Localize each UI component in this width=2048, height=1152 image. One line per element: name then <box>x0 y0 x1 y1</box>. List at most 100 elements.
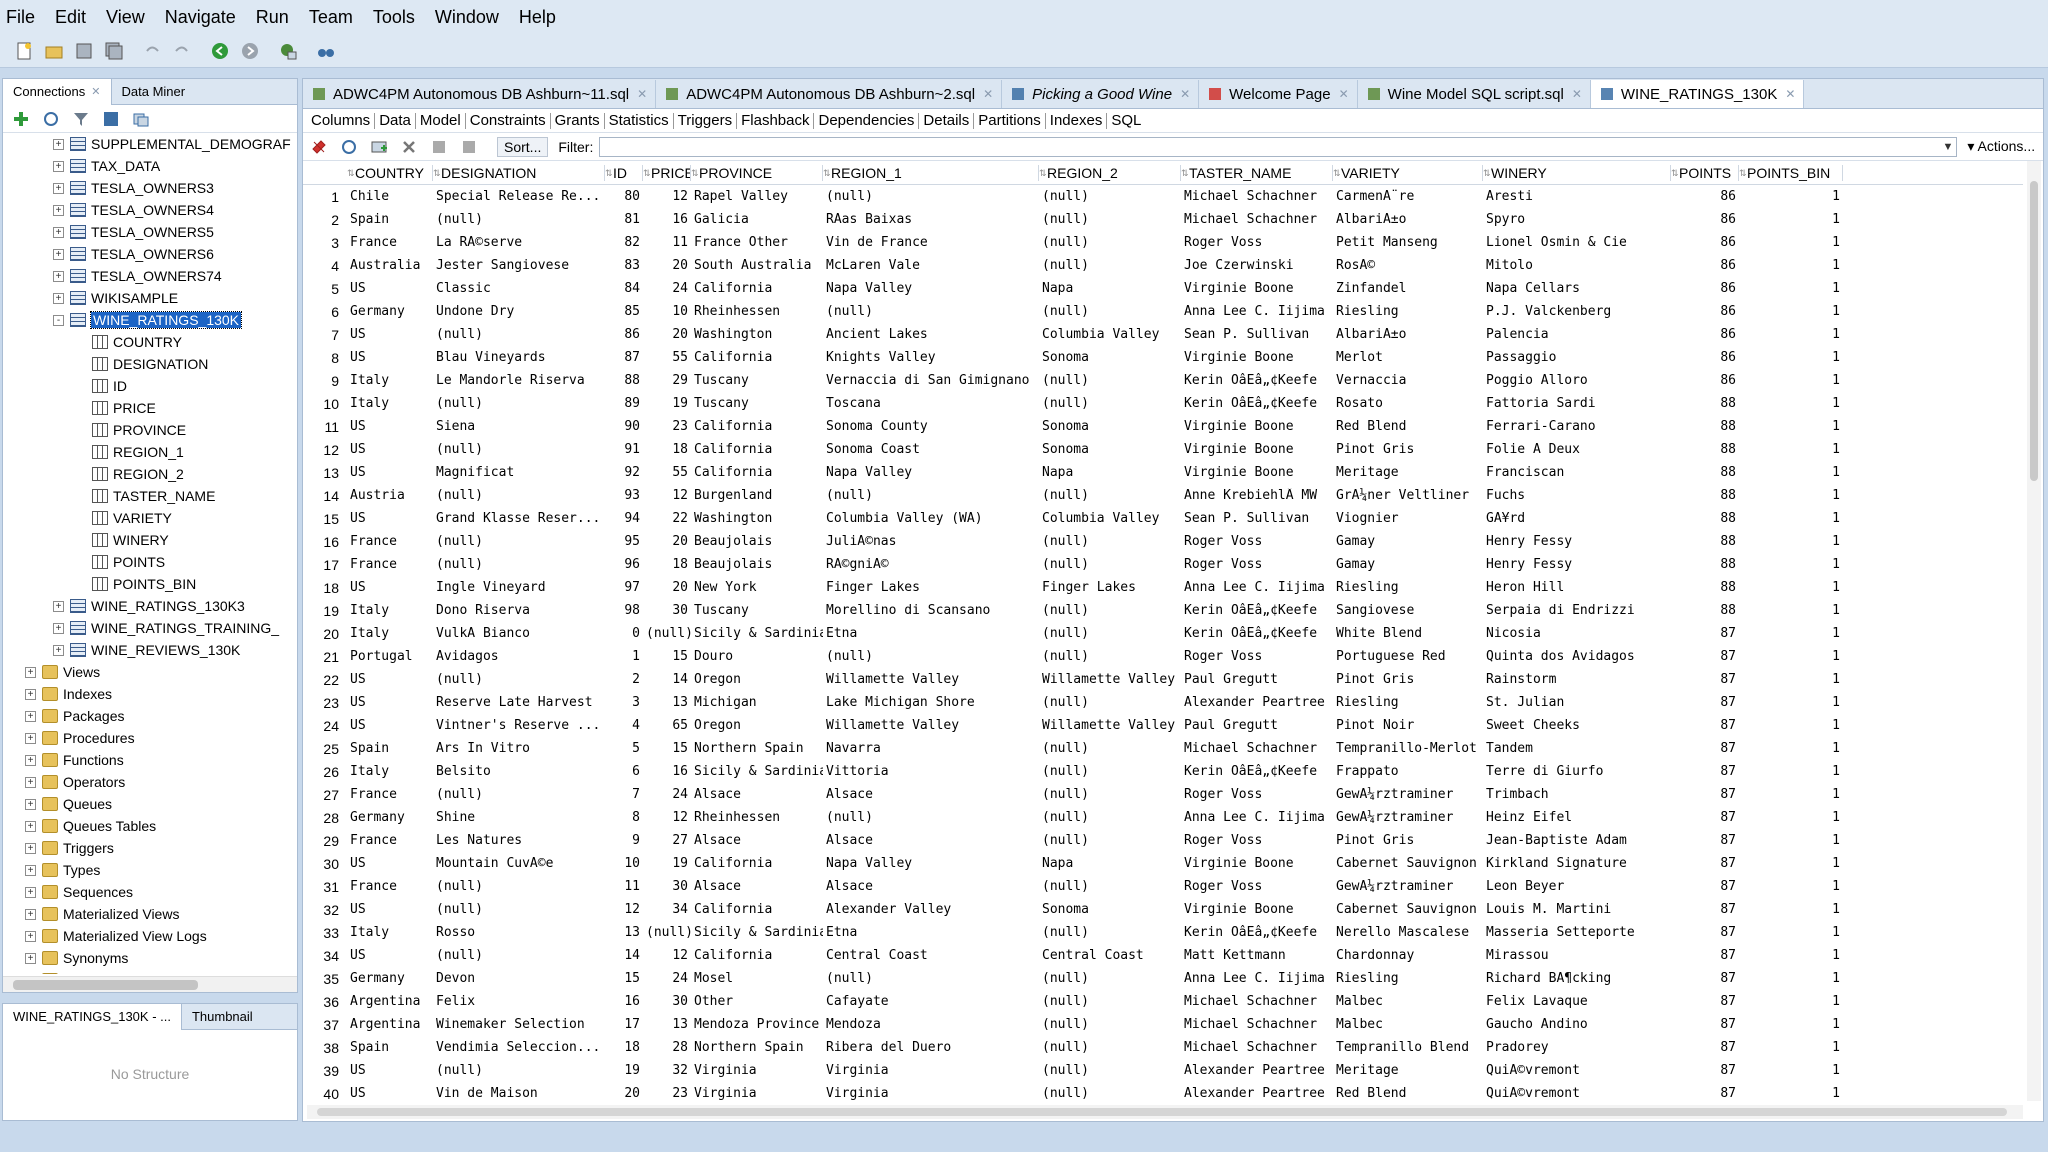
table-row[interactable]: 34 US (null) 14 12 California Central Coast Cen… <box>303 944 2023 967</box>
tree-item[interactable]: ID <box>3 375 297 397</box>
table-cell[interactable]: 1 <box>1739 419 1843 434</box>
table-cell[interactable]: McLaren Vale <box>823 258 1039 273</box>
expand-icon[interactable]: + <box>25 952 36 964</box>
table-cell[interactable]: Willamette Valley <box>823 718 1039 733</box>
table-cell[interactable]: 88 <box>1671 465 1739 480</box>
table-cell[interactable]: 88 <box>1671 580 1739 595</box>
table-cell[interactable]: 87 <box>1671 787 1739 802</box>
table-cell[interactable]: 24 <box>643 787 691 802</box>
table-cell[interactable]: 19 <box>643 396 691 411</box>
table-cell[interactable]: 16 <box>643 212 691 227</box>
table-cell[interactable]: New York <box>691 580 823 595</box>
tree-item[interactable]: + TAX_DATA <box>3 155 297 177</box>
column-header[interactable]: POINTS <box>1671 164 1739 181</box>
table-cell[interactable]: 18 <box>643 557 691 572</box>
table-cell[interactable]: US <box>347 465 433 480</box>
tree-item[interactable]: + Views <box>3 661 297 683</box>
table-cell[interactable]: 32 <box>643 1063 691 1078</box>
tree-item[interactable]: + WINE_RATINGS_TRAINING_ <box>3 617 297 639</box>
table-cell[interactable]: Folie Ã Deux <box>1483 442 1671 457</box>
table-cell[interactable]: 1 <box>1739 373 1843 388</box>
table-cell[interactable]: Napa Valley <box>823 465 1039 480</box>
table-row[interactable]: 26 Italy Belsito 6 16 Sicily & Sardinia Vittor… <box>303 760 2023 783</box>
table-cell[interactable]: 80 <box>605 189 643 204</box>
table-cell[interactable]: 18 <box>643 442 691 457</box>
table-cell[interactable]: Italy <box>347 925 433 940</box>
table-cell[interactable]: 9 <box>605 833 643 848</box>
table-cell[interactable]: 1 <box>1739 258 1843 273</box>
tree-item[interactable]: POINTS <box>3 551 297 573</box>
tree-item[interactable]: + Sequences <box>3 881 297 903</box>
table-cell[interactable]: 94 <box>605 511 643 526</box>
binoculars-icon[interactable] <box>316 41 336 61</box>
table-cell[interactable]: Italy <box>347 764 433 779</box>
table-cell[interactable]: Vintner's Reserve ... <box>433 718 605 733</box>
table-cell[interactable]: Sean P. Sullivan <box>1181 511 1333 526</box>
table-cell[interactable]: 1 <box>1739 557 1843 572</box>
tree-item[interactable]: + Queues Tables <box>3 815 297 837</box>
table-cell[interactable]: (null) <box>1039 810 1181 825</box>
manage-icon[interactable] <box>131 109 151 129</box>
table-cell[interactable]: 86 <box>1671 327 1739 342</box>
menu-help[interactable]: Help <box>519 7 556 28</box>
table-cell[interactable]: US <box>347 672 433 687</box>
table-cell[interactable]: Gaucho Andino <box>1483 1017 1671 1032</box>
expand-icon[interactable]: + <box>25 776 36 788</box>
table-cell[interactable]: Heinz Eifel <box>1483 810 1671 825</box>
table-cell[interactable]: Nerello Mascalese <box>1333 925 1483 940</box>
expand-icon[interactable]: + <box>53 182 64 194</box>
table-cell[interactable]: (null) <box>1039 603 1181 618</box>
table-cell[interactable]: 10 <box>643 304 691 319</box>
table-cell[interactable]: Grand Klasse Reser... <box>433 511 605 526</box>
table-cell[interactable]: 29 <box>643 373 691 388</box>
table-cell[interactable]: Michigan <box>691 695 823 710</box>
expand-icon[interactable]: + <box>25 886 36 898</box>
table-cell[interactable]: 1 <box>1739 695 1843 710</box>
table-cell[interactable]: Sonoma County <box>823 419 1039 434</box>
expand-icon[interactable]: + <box>25 754 36 766</box>
table-row[interactable]: 36 Argentina Felix 16 30 Other Cafayate (null) M… <box>303 990 2023 1013</box>
table-cell[interactable]: Sonoma Coast <box>823 442 1039 457</box>
table-cell[interactable]: US <box>347 511 433 526</box>
table-cell[interactable]: Riesling <box>1333 695 1483 710</box>
tree-item[interactable]: + WINE_RATINGS_130K3 <box>3 595 297 617</box>
table-cell[interactable]: Heron Hill <box>1483 580 1671 595</box>
table-cell[interactable]: 91 <box>605 442 643 457</box>
close-icon[interactable]: ✕ <box>91 85 100 98</box>
tab-sql[interactable]: SQL <box>1107 112 1145 129</box>
table-cell[interactable]: Kirkland Signature <box>1483 856 1671 871</box>
menu-edit[interactable]: Edit <box>55 7 86 28</box>
expand-icon[interactable]: + <box>25 842 36 854</box>
menu-file[interactable]: File <box>6 7 35 28</box>
table-row[interactable]: 28 Germany Shine 8 12 Rheinhessen (null) (null)… <box>303 806 2023 829</box>
table-cell[interactable]: Magnificat <box>433 465 605 480</box>
table-cell[interactable]: (null) <box>1039 741 1181 756</box>
menu-window[interactable]: Window <box>435 7 499 28</box>
table-cell[interactable]: (null) <box>433 1063 605 1078</box>
table-cell[interactable]: 97 <box>605 580 643 595</box>
table-cell[interactable]: Paul Gregutt <box>1181 718 1333 733</box>
table-row[interactable]: 10 Italy (null) 89 19 Tuscany Toscana (null) Ker… <box>303 392 2023 415</box>
table-cell[interactable]: Riesling <box>1333 304 1483 319</box>
table-cell[interactable]: 93 <box>605 488 643 503</box>
tree-item[interactable]: PROVINCE <box>3 419 297 441</box>
table-cell[interactable]: Italy <box>347 373 433 388</box>
table-cell[interactable]: Chile <box>347 189 433 204</box>
table-cell[interactable]: 87 <box>1671 948 1739 963</box>
table-cell[interactable]: White Blend <box>1333 626 1483 641</box>
table-row[interactable]: 27 France (null) 7 24 Alsace Alsace (null) Roger… <box>303 783 2023 806</box>
table-cell[interactable]: Tuscany <box>691 396 823 411</box>
table-row[interactable]: 17 France (null) 96 18 Beaujolais RÃ©gniÃ© (nul… <box>303 553 2023 576</box>
tree-item[interactable]: + WIKISAMPLE <box>3 287 297 309</box>
table-cell[interactable]: 16 <box>643 764 691 779</box>
table-cell[interactable]: (null) <box>433 442 605 457</box>
table-cell[interactable]: VulkÃ Bianco <box>433 626 605 641</box>
table-cell[interactable]: Kerin OâEâ„¢Keefe <box>1181 603 1333 618</box>
table-cell[interactable]: France <box>347 879 433 894</box>
tab-triggers[interactable]: Triggers <box>674 112 738 129</box>
table-cell[interactable]: Pinot Gris <box>1333 672 1483 687</box>
tree-item[interactable]: + Types <box>3 859 297 881</box>
table-cell[interactable]: (null) <box>1039 695 1181 710</box>
tab-details[interactable]: Details <box>919 112 975 129</box>
table-cell[interactable]: Spain <box>347 212 433 227</box>
